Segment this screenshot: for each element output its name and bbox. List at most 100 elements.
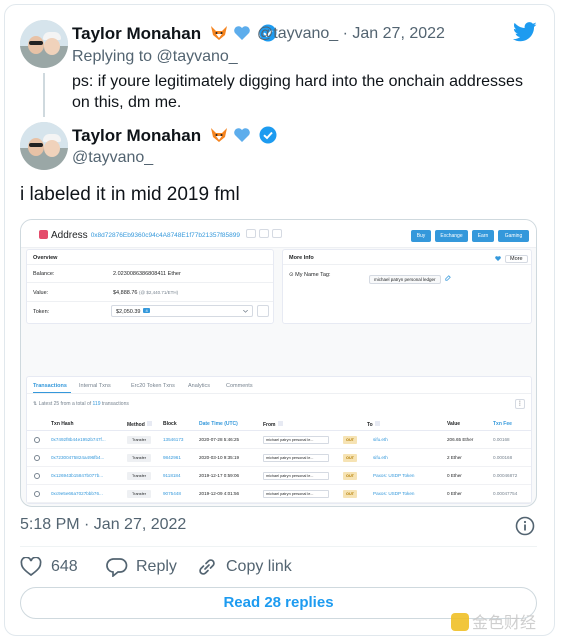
earn-button: Earn [472, 230, 494, 242]
to-address: sifu.eth [373, 437, 388, 442]
buy-button: Buy [411, 230, 431, 242]
blue-heart-emoji-icon [233, 26, 250, 40]
info-icon [146, 421, 152, 426]
more-info-title: More Info [289, 255, 314, 261]
out-badge: OUT [343, 436, 357, 444]
txn-hash: 0x126943b15847b077b... [51, 473, 104, 478]
from-address: michael patryn personal le... [263, 490, 329, 498]
name-tag-value: michael patryn personal ledger [369, 275, 441, 284]
out-badge: OUT [343, 454, 357, 462]
column-to: To [367, 421, 380, 428]
transactions-panel: Transactions Internal Txns Erc20 Token T… [26, 376, 532, 504]
txn-hash: 0xc9e5e66a7027bbb76... [51, 491, 103, 496]
name-tag-label-text: My Name Tag: [295, 272, 331, 278]
name-tag-label: ⊙ My Name Tag: [289, 272, 331, 278]
table-row: 0x7492f8b44e1952b747f... Transfer 135461… [27, 431, 531, 449]
latest-suffix: transactions [100, 401, 129, 407]
eye-icon [34, 437, 40, 443]
reply-bubble-icon [106, 558, 128, 577]
address-label: Address [51, 230, 88, 241]
column-date-time: Date Time (UTC) [199, 421, 238, 427]
column-to-label: To [367, 422, 373, 428]
timestamp[interactable]: 5:18 PM · Jan 27, 2022 [20, 516, 186, 534]
method-badge: Transfer [127, 436, 151, 444]
value-note: (@ $2,440.71/ETH) [139, 290, 179, 295]
table-row: 0x72300475824a496fb4... Transfer 9842961… [27, 449, 531, 467]
divider [20, 546, 537, 547]
edit-icon [445, 275, 451, 281]
txn-hash: 0x72300475824a496fb4... [51, 455, 105, 460]
fox-emoji-icon [210, 26, 227, 40]
to-address: Paxos: USDP Token [373, 473, 415, 478]
method-badge: Transfer [127, 472, 151, 480]
tab-erc20-token-txns: Erc20 Token Txns [131, 383, 175, 389]
token-label: Token: [33, 309, 50, 315]
copy-link-button[interactable]: Copy link [196, 557, 296, 577]
out-badge: OUT [343, 472, 357, 480]
watermark: 金色财经 [451, 609, 536, 633]
replying-to-handle[interactable]: @tayvano_ [157, 48, 238, 65]
table-row: 0xc9e5e66a7027bbb76... Transfer 9075448 … [27, 485, 531, 503]
watermark-logo-icon [451, 613, 469, 631]
value-label: Value: [33, 290, 49, 296]
token-amount: $2,050.39 [116, 309, 141, 315]
column-method: Method [127, 421, 152, 428]
wallet-icon [257, 305, 269, 317]
handle-and-date[interactable]: @tayvano_ · Jan 27, 2022 [257, 25, 445, 43]
copy-icon [245, 229, 256, 238]
value-amount: $4,888.76 [113, 290, 138, 296]
txn-fee: 0.00047754 [493, 491, 518, 496]
address-hash: 0x8d72876Eb9360c94c4A8748E1f77b21357f858… [90, 232, 240, 239]
copy-link-label: Copy link [226, 558, 292, 575]
tab-comments: Comments [226, 383, 253, 389]
value: 2 Ether [447, 455, 462, 460]
tweet-text: ps: if youre legitimately digging hard i… [72, 73, 523, 111]
thread-line [43, 73, 45, 117]
latest-prefix: Latest 25 from a total of [38, 401, 93, 407]
reply-button[interactable]: Reply [106, 557, 186, 577]
display-name[interactable]: Taylor Monahan [72, 24, 277, 44]
more-options-icon: ⋮ [515, 399, 525, 409]
chevron-down-icon [243, 310, 248, 313]
address-title: Address 0x8d72876Eb9360c94c4A8748E1f77b21… [39, 229, 282, 241]
replying-to-prefix: Replying to [72, 48, 157, 65]
value-value: $4,888.76 (@ $2,440.71/ETH) [113, 290, 178, 296]
link-icon [199, 559, 215, 575]
info-icon[interactable] [515, 516, 535, 536]
tweet-text: i labeled it in mid 2019 fml [20, 184, 240, 205]
display-name-text[interactable]: Taylor Monahan [72, 126, 201, 145]
method-badge: Transfer [127, 454, 151, 462]
eye-icon [34, 491, 40, 497]
from-address: michael patryn personal le... [263, 436, 329, 444]
handle[interactable]: @tayvano_ [72, 149, 153, 167]
attached-screenshot[interactable]: Address 0x8d72876Eb9360c94c4A8748E1f77b21… [20, 219, 537, 507]
column-from: From [263, 421, 283, 428]
watermark-text: 金色财经 [472, 615, 537, 632]
reply-label: Reply [136, 558, 177, 575]
to-address: Paxos: USDP Token [373, 491, 415, 496]
filter-icon [374, 421, 380, 426]
eye-icon [34, 473, 40, 479]
like-button[interactable]: 648 [20, 557, 90, 577]
table-row: 0x126943b15847b077b... Transfer 9118184 … [27, 467, 531, 485]
tab-internal-txns: Internal Txns [79, 383, 111, 389]
balance-value: 2.0230086386808411 Ether [113, 271, 181, 277]
display-name[interactable]: Taylor Monahan [72, 126, 277, 146]
latest-count: 119 [92, 401, 101, 407]
from-address: michael patryn personal le... [263, 472, 329, 480]
balance-label: Balance: [33, 271, 55, 277]
column-txn-fee: Txn Fee [493, 421, 512, 427]
token-dropdown: $2,050.39 4 [111, 305, 253, 317]
block: 9075448 [163, 491, 181, 496]
display-name-text[interactable]: Taylor Monahan [72, 24, 201, 43]
latest-summary: ⇅ Latest 25 from a total of 119 transact… [33, 401, 129, 407]
to-address: sifu.eth [373, 455, 388, 460]
block: 9842961 [163, 455, 181, 460]
twitter-bird-icon[interactable] [513, 22, 537, 42]
date-time: 2020-07-28 5:46:25 [199, 437, 240, 442]
txn-fee: 0.00168 [493, 437, 510, 442]
date-time: 2019-12-09 4:01:56 [199, 491, 240, 496]
gaming-button: Gaming [498, 230, 529, 242]
avatar[interactable] [20, 122, 68, 170]
avatar[interactable] [20, 20, 68, 68]
